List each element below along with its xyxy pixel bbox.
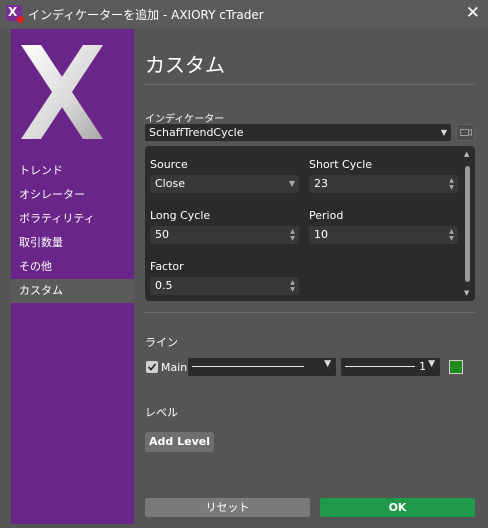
title-bar: X インディケーターを追加 - AXIORY cTrader ✕	[0, 0, 488, 28]
line-style-preview	[192, 366, 304, 367]
indicator-value: SchaffTrendCycle	[149, 126, 244, 139]
lines-section-title: ライン	[145, 336, 178, 349]
add-level-button[interactable]: Add Level	[145, 432, 214, 452]
spinner-icon[interactable]: ▲ ▼	[289, 279, 296, 293]
long-cycle-label: Long Cycle	[150, 209, 211, 222]
reset-button[interactable]: リセット	[145, 498, 310, 517]
chevron-down-icon: ▼	[324, 359, 331, 369]
line-thickness-preview	[345, 366, 415, 367]
indicator-select[interactable]: SchaffTrendCycle ▼	[145, 124, 451, 141]
checkmark-icon	[147, 363, 157, 371]
source-select[interactable]: Close ▼	[150, 175, 299, 193]
long-cycle-value: 50	[155, 228, 169, 241]
chevron-down-icon: ▼	[288, 179, 295, 188]
sidebar-item-volume[interactable]: 取引数量	[11, 231, 134, 255]
ok-button[interactable]: OK	[320, 498, 475, 517]
scroll-up-icon[interactable]: ▲	[464, 150, 469, 158]
factor-input[interactable]: 0.5 ▲ ▼	[150, 277, 299, 295]
long-cycle-input[interactable]: 50 ▲ ▼	[150, 226, 299, 244]
sidebar-item-trend[interactable]: トレンド	[11, 159, 134, 183]
camera-button[interactable]	[456, 124, 475, 141]
short-cycle-value: 23	[314, 177, 328, 190]
spinner-icon[interactable]: ▲ ▼	[289, 228, 296, 242]
period-label: Period	[309, 209, 344, 222]
close-icon[interactable]: ✕	[466, 3, 480, 23]
factor-value: 0.5	[155, 279, 173, 292]
period-value: 10	[314, 228, 328, 241]
line-style-select[interactable]: ▼	[188, 358, 336, 376]
main-line-label: Main	[161, 361, 188, 374]
scrollbar-thumb[interactable]	[465, 166, 470, 282]
page-title: カスタム	[145, 53, 225, 77]
sidebar-item-oscillator[interactable]: オシレーター	[11, 183, 134, 207]
source-value: Close	[155, 177, 185, 190]
line-color-swatch[interactable]	[449, 360, 463, 374]
main-line-checkbox[interactable]	[146, 361, 158, 373]
factor-label: Factor	[150, 260, 184, 273]
indicator-label: インディケーター	[145, 114, 225, 125]
camera-icon	[460, 128, 472, 137]
divider	[145, 312, 475, 313]
axiory-logo-icon	[21, 45, 103, 139]
short-cycle-label: Short Cycle	[309, 158, 373, 171]
sidebar-item-volatility[interactable]: ボラティリティ	[11, 207, 134, 231]
category-nav: トレンド オシレーター ボラティリティ 取引数量 その他 カスタム	[11, 159, 134, 303]
chevron-down-icon: ▼	[428, 359, 435, 369]
spinner-icon[interactable]: ▲ ▼	[448, 228, 455, 242]
short-cycle-input[interactable]: 23 ▲ ▼	[309, 175, 458, 193]
window-title: インディケーターを追加 - AXIORY cTrader	[28, 8, 264, 22]
sidebar-item-other[interactable]: その他	[11, 255, 134, 279]
period-input[interactable]: 10 ▲ ▼	[309, 226, 458, 244]
parameters-panel: Source Close ▼ Short Cycle 23 ▲ ▼ Long Cy…	[145, 146, 475, 301]
line-thickness-select[interactable]: 1 ▼	[341, 358, 440, 376]
source-label: Source	[150, 158, 188, 171]
line-thickness-value: 1	[419, 360, 426, 373]
sidebar-item-custom[interactable]: カスタム	[11, 279, 134, 303]
parameters-scrollbar[interactable]: ▲ ▼	[463, 150, 473, 297]
app-icon: X	[6, 5, 24, 23]
sidebar: トレンド オシレーター ボラティリティ 取引数量 その他 カスタム	[11, 29, 134, 524]
spinner-icon[interactable]: ▲ ▼	[448, 177, 455, 191]
chevron-down-icon: ▼	[440, 128, 447, 137]
levels-section-title: レベル	[145, 406, 178, 419]
divider	[145, 84, 475, 85]
scroll-down-icon[interactable]: ▼	[464, 289, 469, 297]
